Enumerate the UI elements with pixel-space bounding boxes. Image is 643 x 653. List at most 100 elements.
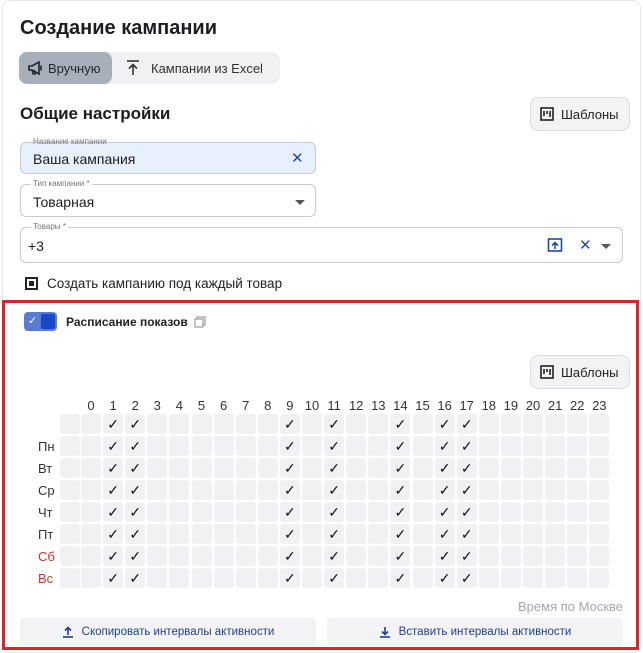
campaign-name-field[interactable]: Название кампании Ваша кампания ✕ (20, 137, 316, 174)
hour-header-cell[interactable] (478, 414, 499, 434)
hour-header-cell[interactable]: ✓ (434, 414, 455, 434)
schedule-cell[interactable]: ✓ (103, 502, 124, 522)
schedule-cell[interactable]: ✓ (390, 546, 411, 566)
schedule-cell[interactable] (478, 436, 499, 456)
schedule-cell[interactable] (500, 524, 521, 544)
excel-mode-button[interactable]: Кампании из Excel (116, 52, 271, 84)
hour-header-cell[interactable]: ✓ (390, 414, 411, 434)
schedule-cell[interactable]: ✓ (324, 546, 345, 566)
schedule-cell[interactable] (589, 524, 610, 544)
schedule-cell[interactable] (235, 436, 256, 456)
schedule-cell[interactable]: ✓ (103, 568, 124, 588)
schedule-cell[interactable] (346, 458, 367, 478)
schedule-cell[interactable] (523, 546, 543, 566)
schedule-cell[interactable] (147, 524, 168, 544)
checkbox-icon[interactable] (25, 277, 38, 290)
schedule-cell[interactable] (235, 524, 256, 544)
schedule-cell[interactable] (545, 480, 566, 500)
schedule-cell[interactable]: ✓ (125, 436, 146, 456)
schedule-cell[interactable] (213, 546, 234, 566)
schedule-cell[interactable]: ✓ (125, 524, 146, 544)
schedule-cell[interactable] (147, 458, 168, 478)
schedule-cell[interactable] (500, 458, 521, 478)
schedule-cell[interactable] (500, 546, 521, 566)
schedule-cell[interactable] (368, 502, 389, 522)
hour-header-cell[interactable] (235, 414, 256, 434)
schedule-cell[interactable]: ✓ (390, 524, 411, 544)
schedule-cell[interactable] (500, 480, 521, 500)
hour-header-cell[interactable] (346, 414, 367, 434)
hour-header-cell[interactable] (368, 414, 389, 434)
schedule-cell[interactable] (412, 546, 433, 566)
clear-products-icon[interactable]: ✕ (579, 236, 592, 254)
schedule-cell[interactable] (523, 480, 543, 500)
schedule-cell[interactable] (191, 568, 212, 588)
schedule-cell[interactable] (302, 480, 322, 500)
schedule-cell[interactable] (523, 568, 543, 588)
day-header-cell[interactable] (60, 568, 80, 588)
schedule-cell[interactable] (147, 480, 168, 500)
hour-header-cell[interactable] (545, 414, 566, 434)
schedule-cell[interactable] (567, 480, 588, 500)
schedule-cell[interactable]: ✓ (125, 458, 146, 478)
schedule-cell[interactable] (567, 546, 588, 566)
schedule-cell[interactable]: ✓ (324, 524, 345, 544)
schedule-cell[interactable] (567, 524, 588, 544)
schedule-cell[interactable] (169, 458, 190, 478)
schedule-cell[interactable] (545, 502, 566, 522)
schedule-cell[interactable]: ✓ (434, 546, 455, 566)
schedule-cell[interactable] (257, 524, 278, 544)
schedule-cell[interactable]: ✓ (324, 502, 345, 522)
schedule-cell[interactable] (302, 546, 322, 566)
schedule-cell[interactable] (169, 436, 190, 456)
schedule-cell[interactable]: ✓ (434, 436, 455, 456)
hour-header-cell[interactable] (213, 414, 234, 434)
day-header-cell[interactable] (60, 436, 80, 456)
schedule-cell[interactable]: ✓ (125, 502, 146, 522)
schedule-cell[interactable]: ✓ (125, 480, 146, 500)
products-select[interactable]: Товары * +3 ✕ (20, 222, 623, 263)
schedule-cell[interactable]: ✓ (103, 436, 124, 456)
schedule-cell[interactable] (213, 524, 234, 544)
schedule-cell[interactable] (412, 568, 433, 588)
schedule-cell[interactable]: ✓ (434, 502, 455, 522)
schedule-cell[interactable]: ✓ (279, 502, 300, 522)
schedule-cell[interactable]: ✓ (324, 480, 345, 500)
schedule-cell[interactable] (302, 458, 322, 478)
hour-header-cell[interactable] (147, 414, 168, 434)
schedule-cell[interactable] (500, 436, 521, 456)
schedule-cell[interactable] (589, 568, 610, 588)
schedule-cell[interactable] (523, 502, 543, 522)
schedule-cell[interactable]: ✓ (103, 480, 124, 500)
hour-header-cell[interactable] (523, 414, 543, 434)
schedule-cell[interactable] (412, 436, 433, 456)
schedule-cell[interactable] (368, 524, 389, 544)
schedule-cell[interactable] (589, 458, 610, 478)
schedule-cell[interactable]: ✓ (279, 458, 300, 478)
schedule-cell[interactable] (412, 480, 433, 500)
schedule-cell[interactable] (368, 480, 389, 500)
hour-header-cell[interactable] (302, 414, 322, 434)
schedule-cell[interactable] (191, 524, 212, 544)
day-header-cell[interactable] (60, 480, 80, 500)
schedule-cell[interactable] (191, 480, 212, 500)
schedule-cell[interactable] (545, 568, 566, 588)
schedule-cell[interactable]: ✓ (390, 568, 411, 588)
schedule-cell[interactable] (191, 502, 212, 522)
copy-icon[interactable] (194, 315, 206, 328)
schedule-cell[interactable] (191, 458, 212, 478)
schedule-cell[interactable] (257, 458, 278, 478)
open-products-icon[interactable] (547, 237, 563, 258)
schedule-templates-button[interactable]: Шаблоны (530, 355, 630, 389)
schedule-cell[interactable]: ✓ (279, 546, 300, 566)
schedule-cell[interactable]: ✓ (456, 502, 477, 522)
schedule-cell[interactable] (235, 480, 256, 500)
schedule-cell[interactable] (213, 568, 234, 588)
schedule-cell[interactable] (523, 524, 543, 544)
schedule-cell[interactable] (368, 458, 389, 478)
schedule-cell[interactable]: ✓ (390, 458, 411, 478)
day-header-cell[interactable] (60, 502, 80, 522)
schedule-cell[interactable]: ✓ (456, 458, 477, 478)
hour-header-cell[interactable] (191, 414, 212, 434)
schedule-cell[interactable] (169, 546, 190, 566)
